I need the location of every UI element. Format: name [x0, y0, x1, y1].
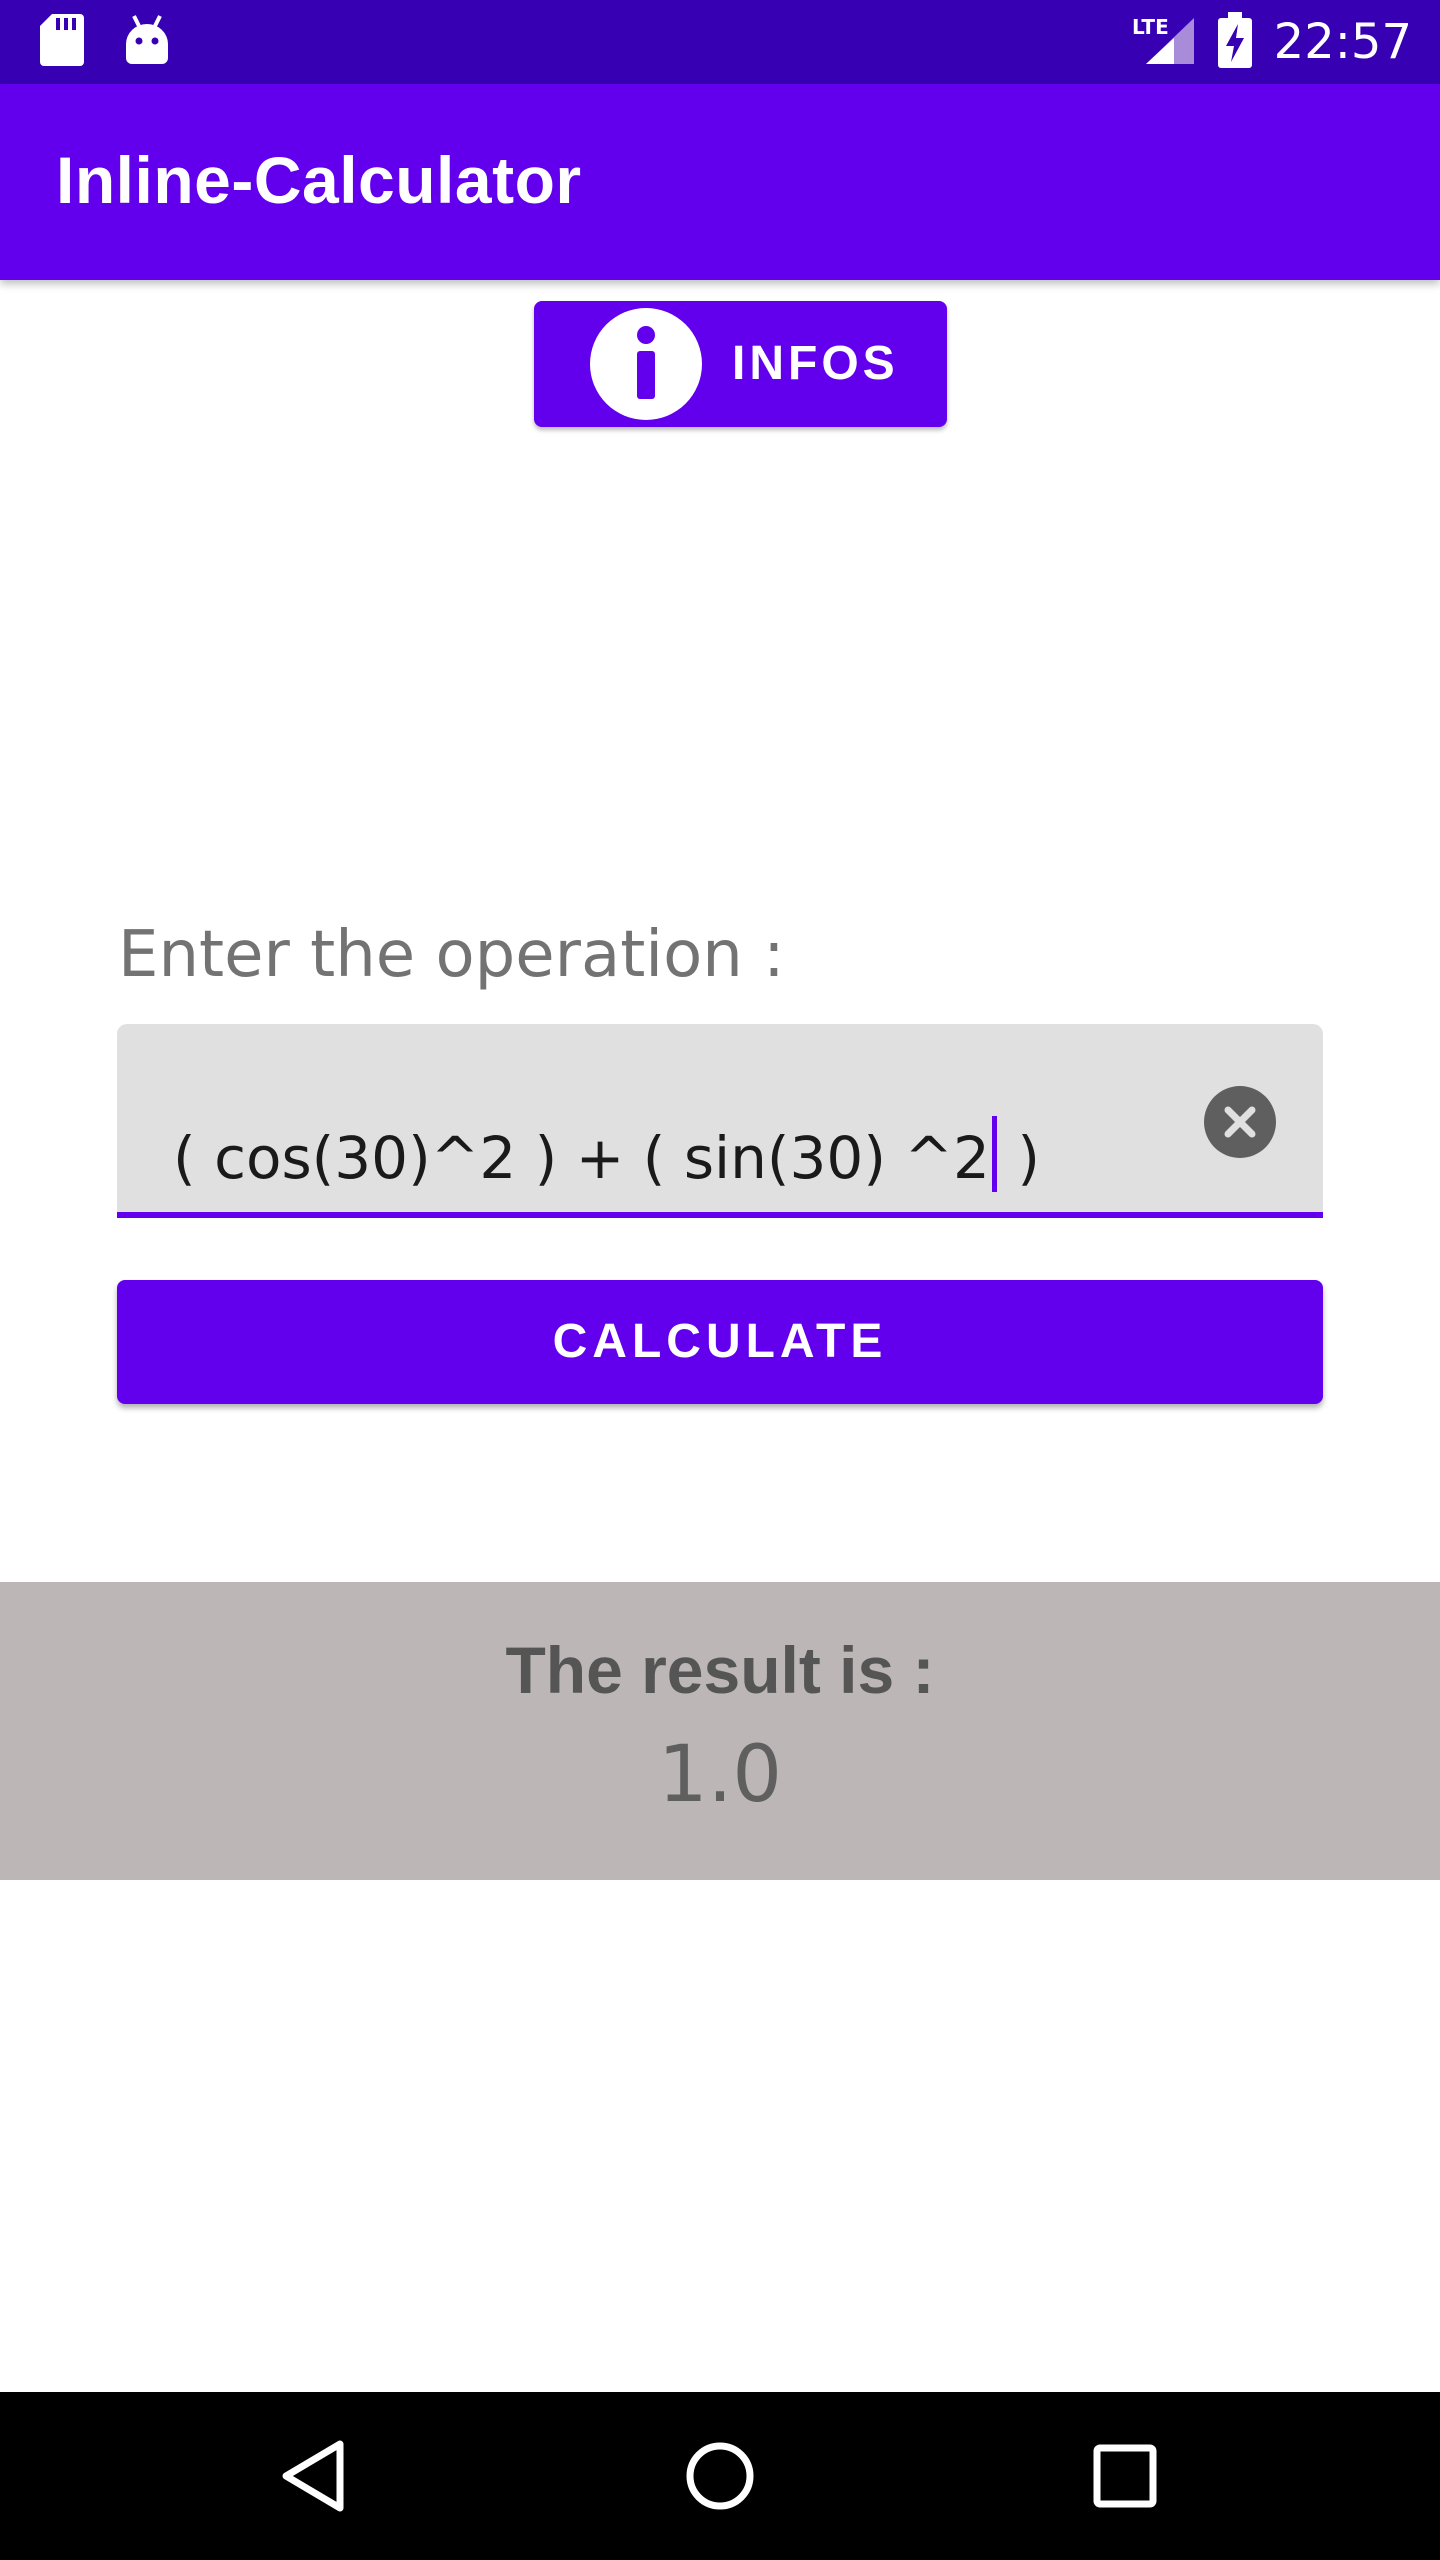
result-heading: The result is :: [505, 1633, 935, 1707]
result-panel: The result is : 1.0: [0, 1582, 1440, 1880]
lte-signal-icon: LTE: [1130, 14, 1196, 71]
result-value: 1.0: [657, 1730, 783, 1820]
input-value-after-caret: ): [998, 1124, 1040, 1192]
status-time: 22:57: [1273, 14, 1412, 70]
status-bar: LTE 22:57: [0, 0, 1440, 84]
back-icon[interactable]: [266, 2426, 366, 2526]
operation-input-text[interactable]: ( cos(30)^2 ) + ( sin(30) ^2 ): [173, 1116, 1040, 1192]
battery-charging-icon: [1217, 11, 1252, 73]
svg-text:LTE: LTE: [1132, 15, 1169, 39]
sd-card-icon: [40, 14, 84, 71]
calculate-button-label: CALCULATE: [552, 1315, 888, 1368]
app-title: Inline-Calculator: [56, 143, 582, 217]
infos-button[interactable]: INFOS: [534, 301, 947, 427]
infos-button-label: INFOS: [732, 337, 899, 390]
info-icon: [590, 308, 702, 420]
navigation-bar: [0, 2392, 1440, 2560]
clear-icon[interactable]: [1204, 1086, 1276, 1158]
app-bar: Inline-Calculator: [0, 84, 1440, 280]
home-icon[interactable]: [670, 2426, 770, 2526]
recents-icon[interactable]: [1075, 2426, 1175, 2526]
text-caret: [991, 1116, 997, 1192]
input-value-before-caret: ( cos(30)^2 ) + ( sin(30) ^2: [173, 1124, 990, 1192]
android-icon: [124, 14, 170, 71]
operation-prompt-label: Enter the operation :: [118, 918, 785, 992]
operation-input[interactable]: ( cos(30)^2 ) + ( sin(30) ^2 ): [117, 1024, 1323, 1218]
calculate-button[interactable]: CALCULATE: [117, 1280, 1323, 1404]
